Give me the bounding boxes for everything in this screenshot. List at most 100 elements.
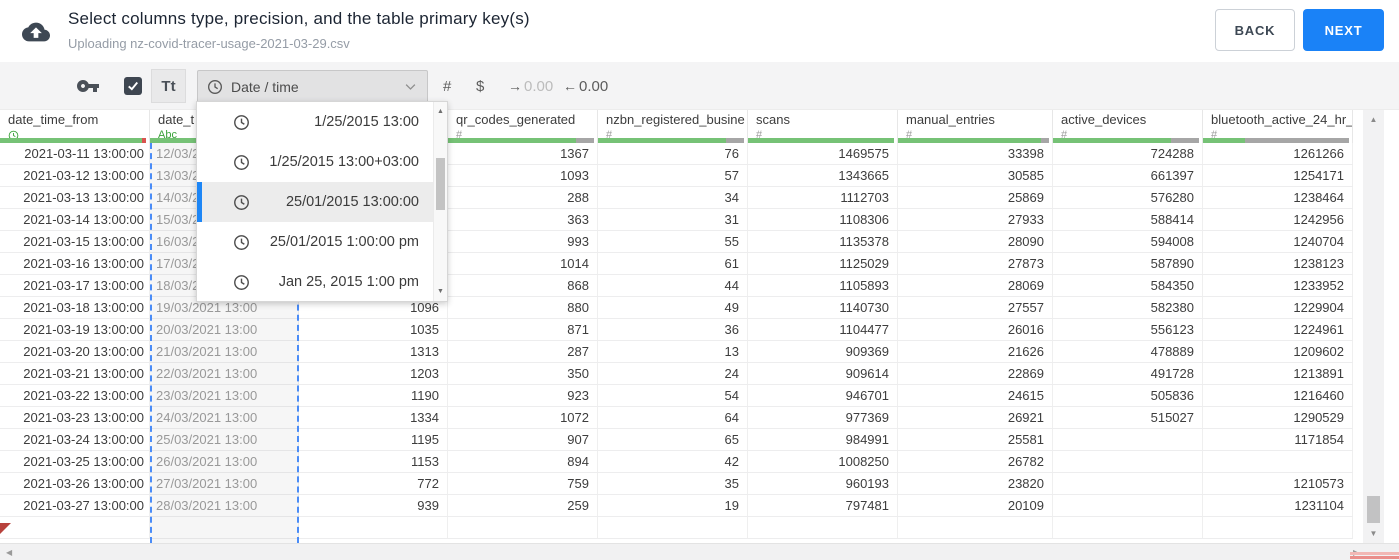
cell[interactable]: 661397 [1053,165,1203,186]
cell[interactable]: 880 [448,297,598,318]
column-header-bluetooth_active_24_hr_[interactable]: bluetooth_active_24_hr_ # [1203,110,1353,143]
cell[interactable]: 28069 [898,275,1053,296]
cell[interactable]: 1343665 [748,165,898,186]
cell[interactable]: 27933 [898,209,1053,230]
cell[interactable]: 57 [598,165,748,186]
cell[interactable]: 2021-03-12 13:00:00 [0,165,150,186]
cell[interactable]: 505836 [1053,385,1203,406]
cell[interactable]: 27873 [898,253,1053,274]
cell[interactable]: 1171854 [1203,429,1353,450]
cell[interactable]: 1108306 [748,209,898,230]
cell[interactable]: 1242956 [1203,209,1353,230]
cell[interactable]: 515027 [1053,407,1203,428]
cell[interactable] [598,517,748,538]
cell[interactable] [1053,495,1203,516]
cell[interactable]: 34 [598,187,748,208]
cell[interactable]: 26016 [898,319,1053,340]
cell[interactable]: 1240704 [1203,231,1353,252]
cell[interactable]: 582380 [1053,297,1203,318]
cell[interactable]: 26782 [898,451,1053,472]
cell[interactable]: 54 [598,385,748,406]
column-header-qr_codes_generated[interactable]: qr_codes_generated # [448,110,598,143]
cell[interactable]: 1072 [448,407,598,428]
cell[interactable]: 1229904 [1203,297,1353,318]
cell[interactable]: 22/03/2021 13:00 [150,363,299,384]
cell[interactable] [1053,429,1203,450]
cell[interactable]: 907 [448,429,598,450]
scroll-up-icon[interactable]: ▲ [1363,115,1384,124]
cell[interactable]: 61 [598,253,748,274]
cell[interactable] [150,517,299,538]
cell[interactable]: 894 [448,451,598,472]
cell[interactable]: 2021-03-11 13:00:00 [0,143,150,164]
cell[interactable] [748,517,898,538]
decrease-decimal-button[interactable]: ← 0.00 [563,62,608,110]
date-format-option[interactable]: 25/01/2015 1:00:00 pm [197,222,433,262]
primary-key-icon[interactable] [76,62,102,110]
cell[interactable]: 2021-03-24 13:00:00 [0,429,150,450]
cell[interactable]: 556123 [1053,319,1203,340]
cell[interactable]: 2021-03-23 13:00:00 [0,407,150,428]
cell[interactable]: 2021-03-14 13:00:00 [0,209,150,230]
cell[interactable]: 1469575 [748,143,898,164]
cell[interactable]: 909369 [748,341,898,362]
cell[interactable]: 259 [448,495,598,516]
cell[interactable]: 587890 [1053,253,1203,274]
cell[interactable]: 588414 [1053,209,1203,230]
cell[interactable]: 23/03/2021 13:00 [150,385,299,406]
cell[interactable]: 2021-03-26 13:00:00 [0,473,150,494]
column-header-scans[interactable]: scans # [748,110,898,143]
increase-decimal-button[interactable]: → 0.00 [508,62,553,110]
cell[interactable]: 76 [598,143,748,164]
dropdown-scroll-up-icon[interactable]: ▲ [434,108,447,115]
column-header-manual_entries[interactable]: manual_entries # [898,110,1053,143]
cell[interactable]: 28/03/2021 13:00 [150,495,299,516]
cell[interactable]: 20/03/2021 13:00 [150,319,299,340]
cell[interactable]: 909614 [748,363,898,384]
cell[interactable]: 2021-03-20 13:00:00 [0,341,150,362]
cell[interactable]: 1209602 [1203,341,1353,362]
cell[interactable]: 2021-03-21 13:00:00 [0,363,150,384]
cell[interactable]: 1104477 [748,319,898,340]
dropdown-scroll-thumb[interactable] [436,158,445,210]
cell[interactable]: 20109 [898,495,1053,516]
cell[interactable]: 1140730 [748,297,898,318]
cell[interactable]: 24 [598,363,748,384]
date-format-option[interactable]: 25/01/2015 13:00:00 [197,182,433,222]
cell[interactable]: 1153 [299,451,448,472]
column-header-active_devices[interactable]: active_devices # [1053,110,1203,143]
date-format-option[interactable]: 1/25/2015 13:00 [197,102,433,142]
cell[interactable] [299,517,448,538]
cell[interactable]: 584350 [1053,275,1203,296]
cell[interactable]: 1135378 [748,231,898,252]
cell[interactable]: 576280 [1053,187,1203,208]
cell[interactable]: 1238123 [1203,253,1353,274]
cell[interactable]: 1224961 [1203,319,1353,340]
cell[interactable]: 25/03/2021 13:00 [150,429,299,450]
cell[interactable]: 946701 [748,385,898,406]
cell[interactable]: 2021-03-13 13:00:00 [0,187,150,208]
cell[interactable] [448,517,598,538]
cell[interactable]: 1313 [299,341,448,362]
cell[interactable]: 28090 [898,231,1053,252]
cell[interactable]: 35 [598,473,748,494]
cell[interactable]: 26/03/2021 13:00 [150,451,299,472]
cell[interactable]: 939 [299,495,448,516]
cell[interactable]: 1203 [299,363,448,384]
vertical-scrollbar[interactable]: ▲ ▼ [1363,110,1384,543]
selected-checkbox[interactable] [124,77,142,95]
cell[interactable]: 2021-03-19 13:00:00 [0,319,150,340]
cell[interactable]: 24615 [898,385,1053,406]
cell[interactable]: 1190 [299,385,448,406]
date-format-option[interactable]: Jan 25, 2015 1:00 pm [197,262,433,302]
cell[interactable]: 1014 [448,253,598,274]
cell[interactable]: 1213891 [1203,363,1353,384]
column-type-select[interactable]: Date / time [197,70,428,103]
cell[interactable]: 2021-03-15 13:00:00 [0,231,150,252]
cell[interactable] [1203,517,1353,538]
cell[interactable]: 993 [448,231,598,252]
cell[interactable] [0,517,150,538]
cell[interactable]: 1008250 [748,451,898,472]
cell[interactable]: 868 [448,275,598,296]
cell[interactable]: 1093 [448,165,598,186]
